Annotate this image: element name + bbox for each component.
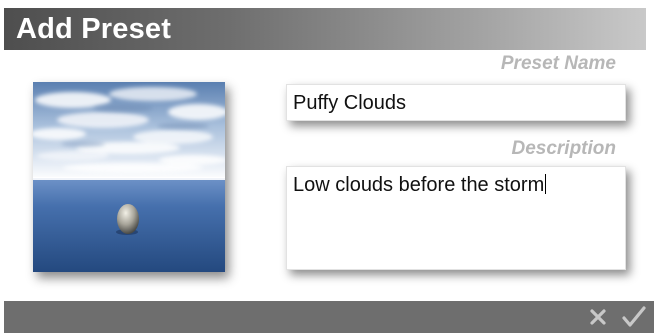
action-bar [4, 301, 654, 333]
checkmark-icon [622, 306, 646, 327]
close-icon [590, 309, 606, 325]
dialog-title: Add Preset [16, 13, 172, 45]
text-caret [545, 174, 547, 194]
preset-preview-image [33, 82, 225, 272]
description-label: Description [511, 138, 616, 159]
sky-preview-icon [33, 82, 225, 272]
add-preset-dialog: Add Preset Preset Name Puffy Clouds Desc… [0, 0, 658, 333]
preset-name-input[interactable]: Puffy Clouds [286, 84, 626, 121]
description-value: Low clouds before the storm [293, 174, 545, 196]
preset-name-value: Puffy Clouds [293, 92, 407, 114]
preset-name-label: Preset Name [500, 53, 616, 74]
description-textarea[interactable]: Low clouds before the storm [286, 166, 626, 270]
title-bar: Add Preset [4, 8, 646, 50]
confirm-button[interactable] [622, 305, 646, 329]
cancel-button[interactable] [586, 305, 610, 329]
